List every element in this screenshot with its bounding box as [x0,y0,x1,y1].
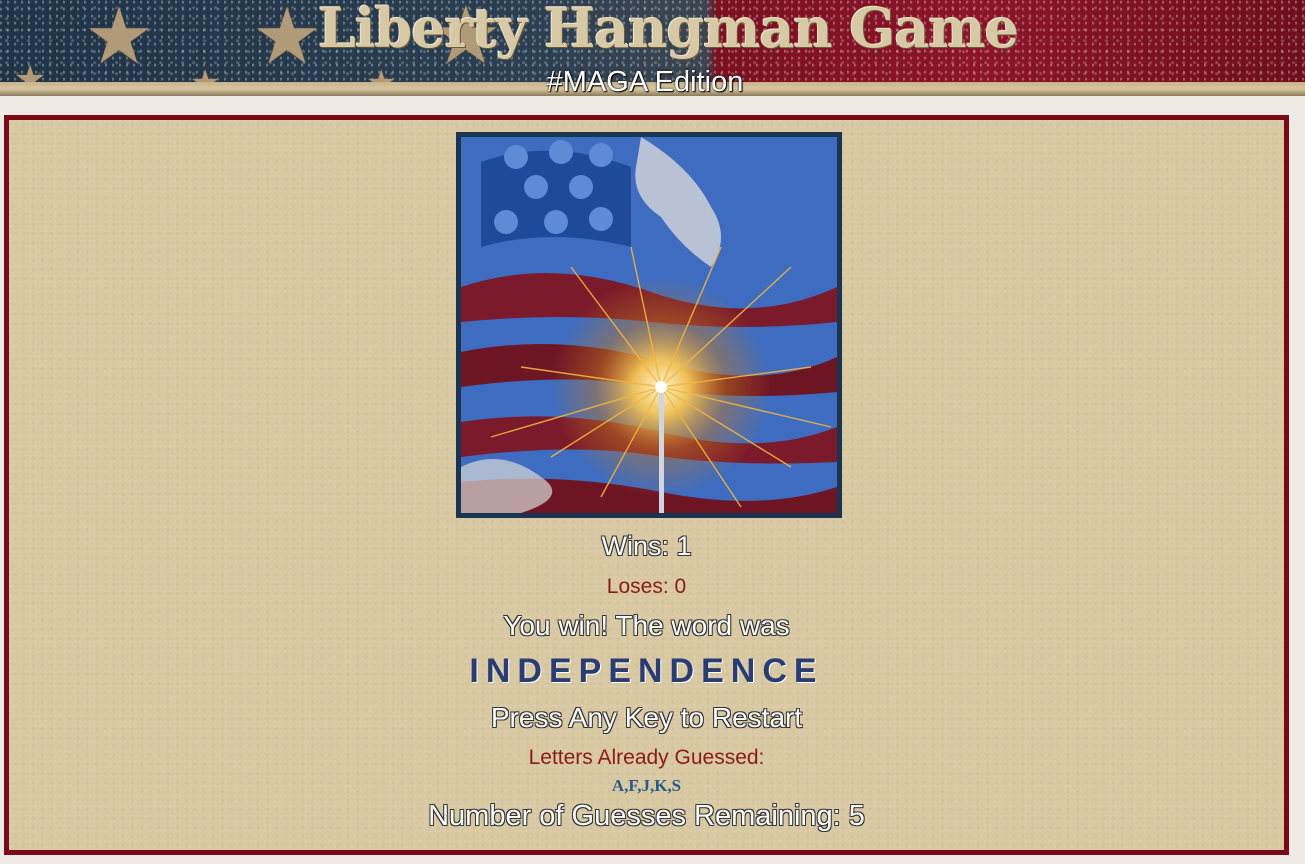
loses-counter: Loses: 0 [606,575,687,598]
page-title: Liberty Hangman Game [318,0,1019,60]
american-flag-sparkler-image [456,132,842,518]
secret-word: INDEPENDENCE [469,652,824,690]
page-subtitle: #MAGA Edition [546,66,744,96]
star-icon: ★ [84,0,154,82]
star-icon: ★ [252,0,322,82]
result-message: You win! The word was [503,610,790,641]
guessed-letters: A,F,J,K,S [611,776,682,795]
header-banner: ★ ★ ★ ★ ★ ★ Liberty Hangman Game #MAGA E… [0,0,1305,96]
flag-sparkler-illustration [461,137,837,513]
wins-counter: Wins: 1 [601,531,692,561]
guessed-letters-label: Letters Already Guessed: [528,746,765,769]
restart-prompt: Press Any Key to Restart [490,702,803,733]
game-panel: Wins: 1 Loses: 0 You win! The word was I… [4,115,1289,855]
guesses-remaining: Number of Guesses Remaining: 5 [428,800,865,832]
